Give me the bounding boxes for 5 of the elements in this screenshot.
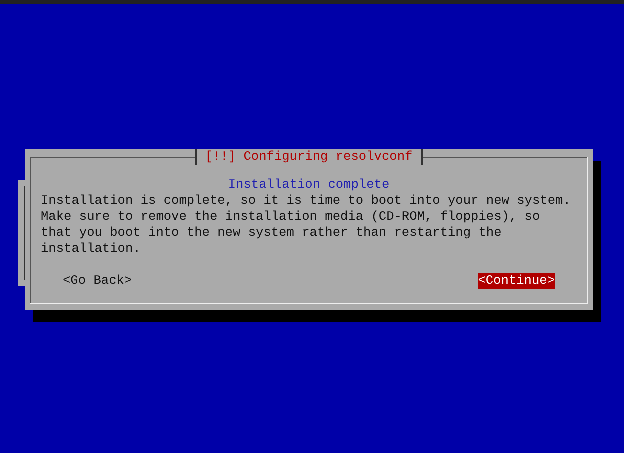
dialog-button[interactable]: <Continue> [478,273,555,289]
dialog-title: [!!] Configuring resolvconf [195,149,423,165]
dialog-heading: Installation complete [227,177,391,193]
dialog-message: Installation is complete, so it is time to boot into your new system. Make sure to remove the installation media (CD-ROM, floppies), so that you boot into the new system rather than restarting the installation. [41,193,572,257]
dialog-button[interactable]: <Go Back> [63,273,132,289]
